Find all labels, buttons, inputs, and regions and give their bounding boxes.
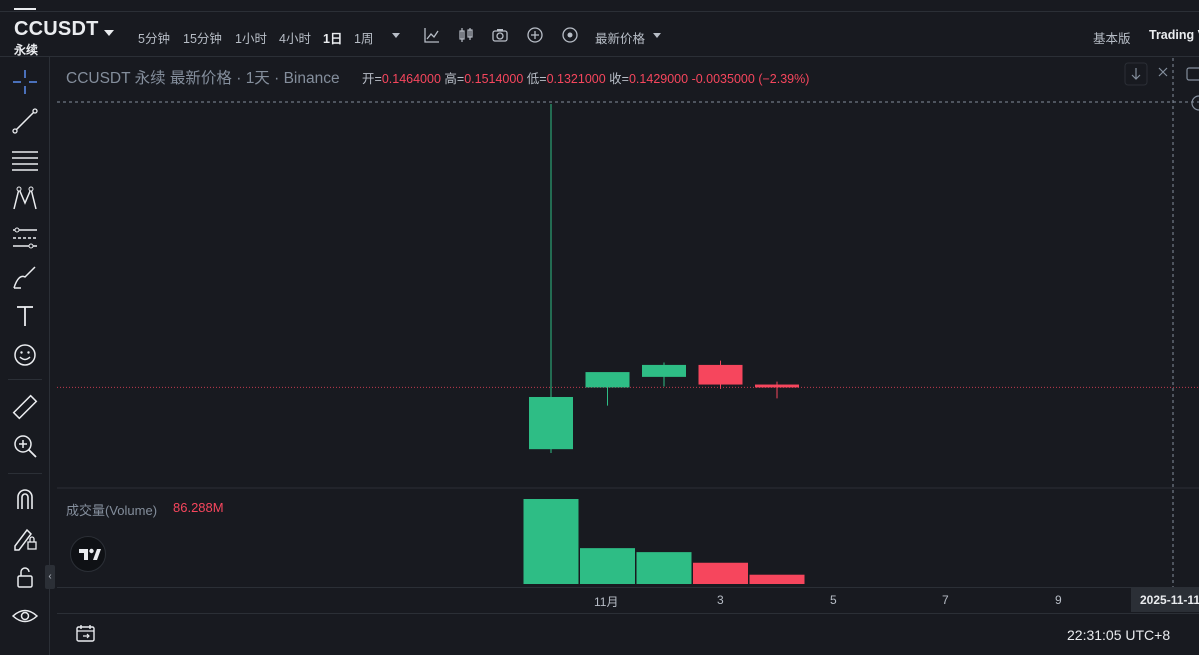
arrow-down-icon [1131, 68, 1141, 80]
volume-value: 86.288M [173, 500, 224, 515]
crosshair-date-badge: 2025-11-11 [1131, 588, 1199, 612]
date-axis[interactable] [57, 587, 1199, 613]
candle-body [698, 364, 743, 385]
chart-area[interactable] [57, 58, 1199, 613]
low-label: 低= [526, 72, 547, 86]
timeframe-5m[interactable]: 5分钟 [138, 28, 170, 47]
candle-body [642, 364, 686, 377]
change-value: -0.0035000 [691, 72, 755, 86]
tradingview-logo[interactable] [70, 536, 106, 572]
brush-icon[interactable] [11, 263, 39, 291]
chart-toolbar: CCUSDT 永续 5分钟 15分钟 1小时 4小时 1日 1周 最新价格 基本… [0, 13, 1199, 57]
prediction-icon[interactable] [11, 224, 39, 252]
contract-type: 永续 [14, 43, 39, 57]
high-value: 0.1514000 [464, 72, 524, 86]
price-type-dropdown-icon[interactable] [653, 33, 661, 38]
date-tick: 5 [830, 593, 837, 607]
more-timeframes-icon[interactable] [392, 33, 400, 38]
sidebar-divider [8, 473, 42, 474]
fib-icon[interactable] [11, 146, 39, 174]
date-tick: 11月 [594, 595, 619, 609]
eye-icon[interactable] [11, 602, 39, 630]
basic-view-toggle[interactable]: 基本版 [1093, 28, 1131, 47]
candle-body [585, 372, 630, 388]
date-tick: 3 [717, 593, 724, 607]
camera-icon[interactable] [491, 26, 509, 44]
top-navigation [0, 0, 1199, 12]
calendar-goto-icon[interactable] [75, 623, 97, 643]
drawing-tools-sidebar [0, 57, 50, 655]
magnet-icon[interactable] [11, 485, 39, 513]
settings-icon [1191, 95, 1199, 111]
pane-controls [1124, 62, 1199, 111]
timeframe-15m[interactable]: 15分钟 [183, 28, 222, 47]
trendline-icon[interactable] [11, 107, 39, 135]
legend-ohlc: 开=0.1464000 高=0.1514000 低=0.1321000 收=0.… [362, 68, 809, 87]
bottom-bar [57, 613, 1199, 655]
timeframe-1w[interactable]: 1周 [354, 28, 373, 47]
maximize-icon [1186, 67, 1199, 81]
collapse-sidebar-button[interactable]: ‹ [45, 565, 55, 589]
timeframe-1h[interactable]: 1小时 [235, 28, 267, 47]
active-tab-underline [14, 8, 36, 10]
symbol-name[interactable]: CCUSDT [14, 18, 99, 41]
candle-body [529, 396, 573, 450]
volume-bar [749, 574, 805, 584]
text-icon[interactable] [11, 302, 39, 330]
crosshair-icon[interactable] [11, 68, 39, 96]
sidebar-divider [8, 379, 42, 380]
low-value: 0.1321000 [546, 72, 606, 86]
price-type-select[interactable]: 最新价格 [595, 28, 645, 47]
date-tick: 7 [942, 593, 949, 607]
volume-bar [636, 552, 692, 584]
pattern-icon[interactable] [11, 185, 39, 213]
volume-bar [580, 548, 635, 584]
close-value: 0.1429000 [628, 72, 689, 86]
close-label: 收= [609, 72, 629, 86]
emoji-icon[interactable] [11, 341, 39, 369]
volume-bar [523, 499, 579, 584]
utc-clock[interactable]: 22:31:05 UTC+8 [1067, 627, 1170, 643]
timeframe-4h[interactable]: 4小时 [279, 28, 311, 47]
zoom-icon[interactable] [11, 432, 39, 460]
timeframe-1d[interactable]: 1日 [323, 28, 342, 47]
tradingview-toggle[interactable]: Trading V [1149, 28, 1199, 42]
tradingview-logo-icon [79, 548, 101, 560]
chart-legend-title: CCUSDT 永续 最新价格 · 1天 · Binance [66, 70, 340, 87]
volume-bar [693, 562, 748, 584]
candles-icon[interactable] [457, 26, 475, 44]
ruler-icon[interactable] [11, 393, 39, 421]
high-label: 高= [444, 72, 465, 86]
date-tick: 9 [1055, 593, 1062, 607]
candlestick-chart[interactable] [57, 58, 1199, 613]
lock-draw-icon[interactable] [11, 524, 39, 552]
lock-icon[interactable] [11, 563, 39, 591]
symbol-dropdown-icon[interactable] [104, 30, 114, 36]
plus-circle-icon[interactable] [526, 26, 544, 44]
volume-label: 成交量(Volume) [66, 503, 158, 518]
target-icon[interactable] [561, 26, 579, 44]
change-percent: (−2.39%) [758, 72, 810, 86]
collapse-icon [1158, 67, 1168, 77]
open-label: 开= [362, 72, 382, 86]
candle-body [755, 384, 799, 388]
chart-type-icon[interactable] [423, 26, 441, 44]
open-value: 0.1464000 [381, 72, 441, 86]
